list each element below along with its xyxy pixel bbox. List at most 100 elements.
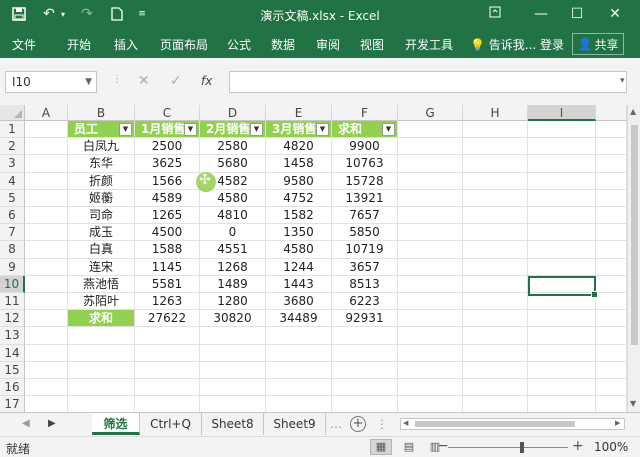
data-cell[interactable]: 1280 [200,293,266,311]
empty-cell[interactable] [528,327,596,345]
data-cell[interactable]: 成玉 [68,224,135,242]
table-cell[interactable] [200,396,266,412]
empty-cell[interactable] [528,361,596,379]
filter-dropdown-icon[interactable]: ▼ [316,123,329,136]
table-cell[interactable] [68,327,135,345]
data-cell[interactable]: 5680 [200,155,266,173]
empty-cell[interactable] [528,189,596,207]
data-cell[interactable]: 1566 [135,172,200,190]
column-header-i[interactable]: I [528,105,596,121]
empty-cell[interactable] [528,138,596,156]
empty-cell[interactable] [463,275,528,293]
data-cell[interactable]: 1268 [200,258,266,276]
table-header-cell[interactable]: 求和 ▼ [332,121,398,139]
vertical-scrollbar[interactable]: ▲ ▼ [627,105,640,412]
empty-cell[interactable] [398,396,463,412]
row-header-3[interactable]: 3 [0,155,25,173]
row-header-10[interactable]: 10 [0,275,25,293]
total-cell[interactable]: 92931 [332,310,398,328]
data-cell[interactable]: 3657 [332,258,398,276]
data-cell[interactable]: 8513 [332,275,398,293]
table-cell[interactable] [332,379,398,397]
data-cell[interactable]: 燕池悟 [68,275,135,293]
empty-cell[interactable] [398,379,463,397]
empty-cell[interactable] [25,241,68,259]
empty-cell[interactable] [398,293,463,311]
empty-cell[interactable] [25,189,68,207]
table-cell[interactable] [68,396,135,412]
empty-cell[interactable] [463,310,528,328]
chevron-down-icon[interactable]: ▼ [85,72,92,92]
ribbon-display-icon[interactable] [480,4,510,24]
table-cell[interactable] [135,344,200,362]
empty-cell[interactable] [528,344,596,362]
select-all-button[interactable] [0,105,25,121]
empty-cell[interactable] [596,207,627,225]
empty-cell[interactable] [596,327,627,345]
empty-cell[interactable] [463,189,528,207]
empty-cell[interactable] [596,189,627,207]
data-cell[interactable]: 1489 [200,275,266,293]
data-cell[interactable]: 10763 [332,155,398,173]
empty-cell[interactable] [25,138,68,156]
normal-view-icon[interactable]: ▦ [370,439,392,455]
empty-cell[interactable] [398,121,463,139]
row-header-1[interactable]: 1 [0,121,25,139]
zoom-slider-thumb[interactable] [520,442,524,453]
table-header-cell[interactable]: 2月销售 ▼ [200,121,266,139]
tab-file[interactable]: 文件 [12,36,36,53]
data-cell[interactable]: 3680 [266,293,332,311]
empty-cell[interactable] [596,121,627,139]
table-cell[interactable] [266,327,332,345]
close-icon[interactable]: ✕ [600,4,630,24]
table-cell[interactable] [332,344,398,362]
total-cell[interactable]: 34489 [266,310,332,328]
table-cell[interactable] [200,327,266,345]
horizontal-scroll-thumb[interactable] [415,421,575,427]
expand-formula-bar-icon[interactable]: ▾ [620,76,625,86]
vertical-scroll-thumb[interactable] [631,125,638,345]
column-header-overflow[interactable] [596,105,627,121]
empty-cell[interactable] [596,241,627,259]
add-sheet-button[interactable]: + [350,416,366,432]
table-cell[interactable] [135,361,200,379]
column-header-b[interactable]: B [68,105,135,121]
data-cell[interactable]: 1588 [135,241,200,259]
table-cell[interactable] [200,379,266,397]
tab-formulas[interactable]: 公式 [227,36,251,53]
enter-icon[interactable]: ✓ [170,73,182,89]
data-cell[interactable]: 姬蘅 [68,189,135,207]
data-cell[interactable]: 东华 [68,155,135,173]
empty-cell[interactable] [25,293,68,311]
empty-cell[interactable] [398,155,463,173]
row-header-7[interactable]: 7 [0,224,25,242]
row-header-6[interactable]: 6 [0,207,25,225]
filter-dropdown-icon[interactable]: ▼ [250,123,263,136]
sheet-tab-sheet9[interactable]: Sheet9 [264,413,326,435]
tell-me-box[interactable]: 💡 告诉我... [470,36,536,53]
empty-cell[interactable] [25,155,68,173]
empty-cell[interactable] [398,172,463,190]
data-cell[interactable]: 4580 [266,241,332,259]
empty-cell[interactable] [398,224,463,242]
zoom-in-icon[interactable]: + [572,438,584,454]
table-cell[interactable] [332,327,398,345]
row-header-12[interactable]: 12 [0,310,25,328]
empty-cell[interactable] [463,327,528,345]
empty-cell[interactable] [25,344,68,362]
data-cell[interactable]: 5850 [332,224,398,242]
table-cell[interactable] [68,361,135,379]
insert-function-icon[interactable]: fx [201,74,212,88]
data-cell[interactable]: 连宋 [68,258,135,276]
table-cell[interactable] [266,344,332,362]
empty-cell[interactable] [398,327,463,345]
zoom-out-icon[interactable]: − [437,438,449,454]
empty-cell[interactable] [25,379,68,397]
data-cell[interactable]: 0 [200,224,266,242]
data-cell[interactable]: 1265 [135,207,200,225]
empty-cell[interactable] [398,310,463,328]
tab-view[interactable]: 视图 [360,36,384,53]
empty-cell[interactable] [463,344,528,362]
empty-cell[interactable] [463,121,528,139]
table-cell[interactable] [266,379,332,397]
